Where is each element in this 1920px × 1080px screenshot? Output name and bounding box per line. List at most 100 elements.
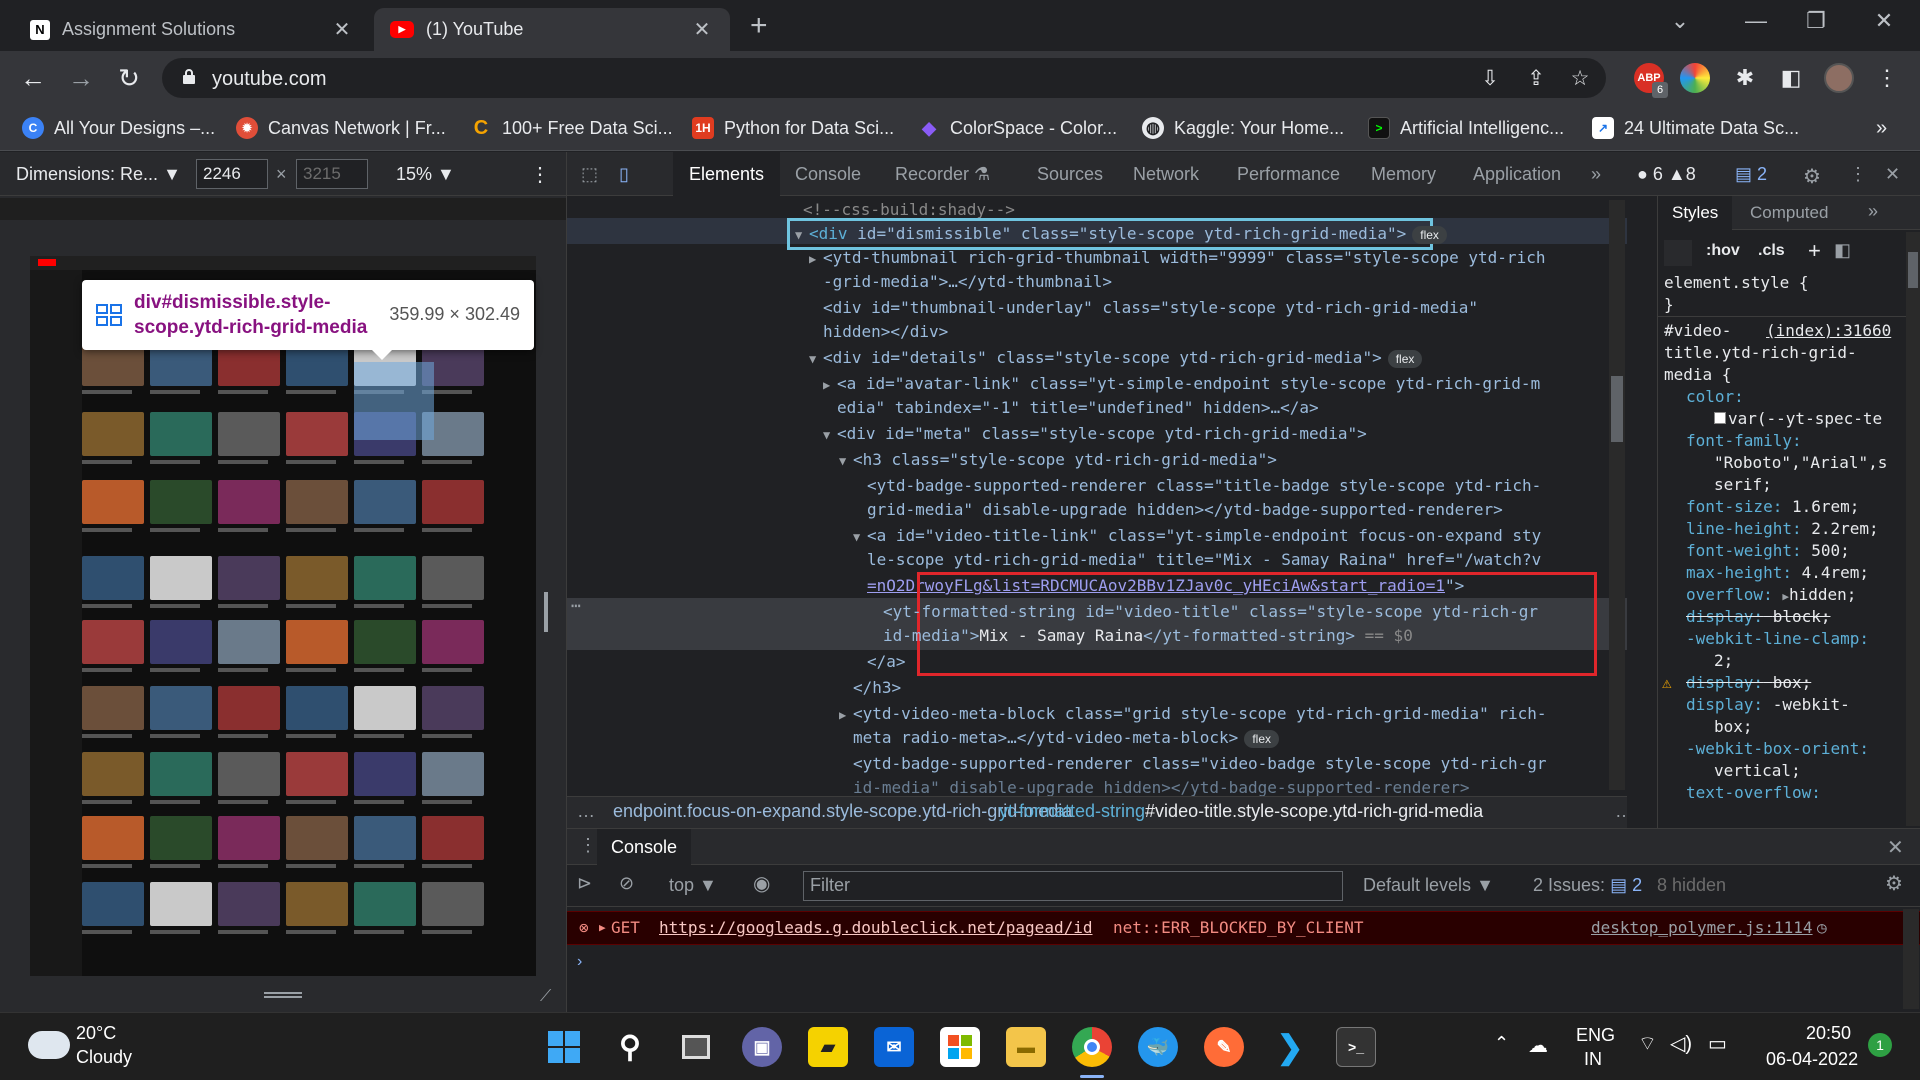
restore-button[interactable]: ❐ [1796, 8, 1836, 34]
tab-memory[interactable]: Memory [1371, 164, 1436, 185]
styles-scrollbar[interactable] [1906, 232, 1920, 826]
element-style-rule[interactable]: element.style { [1664, 272, 1809, 294]
close-icon[interactable]: ✕ [690, 17, 714, 42]
tray-chevron-icon[interactable]: ⌃ [1494, 1033, 1509, 1054]
docker-icon[interactable]: 🐳 [1138, 1027, 1178, 1067]
tab-assignment-solutions[interactable]: N Assignment Solutions ✕ [14, 8, 370, 51]
console-settings-gear-icon[interactable]: ⚙ [1885, 871, 1903, 896]
notification-badge[interactable]: 1 [1868, 1033, 1892, 1057]
postman-icon[interactable]: ✎ [1204, 1027, 1244, 1067]
expand-triangle-icon[interactable]: ▶ [1782, 590, 1789, 603]
bookmark-item[interactable]: ◆ ColorSpace - Color... [918, 115, 1117, 141]
dom-node-video-badge[interactable]: <ytd-badge-supported-renderer class="vid… [853, 752, 1547, 776]
tab-sources[interactable]: Sources [1037, 164, 1103, 185]
collapse-triangle-icon[interactable]: ▼ [853, 525, 867, 549]
menu-kebab-icon[interactable]: ⋮ [1870, 61, 1904, 95]
error-count[interactable]: ● 6 ▲8 [1637, 164, 1696, 185]
install-app-icon[interactable]: ⇩ [1476, 66, 1504, 91]
dom-node-video-title[interactable]: <yt-formatted-string id="video-title" cl… [883, 600, 1538, 624]
tab-elements[interactable]: Elements [673, 152, 781, 196]
rule-source-link[interactable]: (index):31660 [1766, 320, 1891, 342]
tab-console[interactable]: Console [795, 164, 861, 185]
expand-triangle-icon[interactable]: ▶ [599, 912, 606, 944]
search-icon[interactable]: ⚲ [610, 1027, 650, 1067]
chrome-icon[interactable] [1072, 1027, 1112, 1067]
breadcrumb-overflow-icon[interactable]: … [1615, 801, 1627, 822]
onedrive-icon[interactable]: ☁ [1528, 1033, 1548, 1058]
tab-youtube[interactable]: ▶ (1) YouTube ✕ [374, 8, 730, 51]
tab-recorder[interactable]: Recorder ⚗ [895, 164, 990, 185]
lang-code[interactable]: ENG [1576, 1025, 1615, 1046]
prop-color-value[interactable]: var(--yt-spec-te [1714, 408, 1882, 430]
dom-node-title-badge[interactable]: <ytd-badge-supported-renderer class="tit… [867, 474, 1541, 498]
dom-node-meta-block[interactable]: ▶ <ytd-video-meta-block class="grid style… [839, 702, 1547, 726]
new-rule-icon[interactable]: + [1808, 238, 1821, 264]
prop-line-clamp[interactable]: -webkit-line-clamp: [1686, 628, 1869, 650]
color-swatch[interactable] [1714, 412, 1726, 424]
elements-scroll-thumb[interactable] [1611, 376, 1623, 442]
more-bookmarks-icon[interactable]: » [1876, 115, 1887, 141]
prop-display-box[interactable]: display: box; [1686, 672, 1811, 694]
volume-icon[interactable]: ◁) [1670, 1031, 1692, 1056]
console-error-row[interactable]: ⊗ ▶ GET https://googleads.g.doubleclick.… [567, 911, 1920, 945]
weather-cloud-icon[interactable] [28, 1031, 70, 1059]
collapse-triangle-icon[interactable]: ▼ [809, 347, 823, 371]
prop-box-orient[interactable]: -webkit-box-orient: [1686, 738, 1869, 760]
side-panel-icon[interactable]: ◧ [1774, 61, 1808, 95]
elements-scrollbar[interactable] [1609, 200, 1625, 790]
share-icon[interactable]: ⇪ [1522, 66, 1550, 91]
prop-max-height[interactable]: max-height: 4.4rem; [1686, 562, 1869, 584]
dom-node-thumbnail[interactable]: ▶ <ytd-thumbnail rich-grid-thumbnail widt… [809, 246, 1545, 270]
clock-time[interactable]: 20:50 [1806, 1023, 1851, 1044]
sidebar-toggle-icon[interactable]: ⊳ [577, 873, 592, 894]
teams-chat-icon[interactable]: ▣ [742, 1027, 782, 1067]
device-toggle-icon[interactable]: ▯ [619, 164, 629, 185]
collapse-triangle-icon[interactable]: ▼ [839, 449, 853, 473]
reload-button[interactable]: ↻ [112, 61, 146, 95]
height-input[interactable]: 3215 [296, 159, 368, 189]
flex-badge[interactable]: flex [1412, 226, 1447, 244]
width-input[interactable]: 2246 [196, 159, 268, 189]
dom-node-meta[interactable]: ▼ <div id="meta" class="style-scope ytd-r… [823, 422, 1367, 446]
console-filter-input[interactable]: Filter [803, 871, 1343, 901]
prop-overflow[interactable]: overflow: ▶hidden; [1686, 584, 1856, 608]
devtools-menu-icon[interactable]: ⋮ [1849, 164, 1867, 185]
breadcrumb-more-icon[interactable]: … [577, 801, 595, 822]
tab-computed[interactable]: Computed [1750, 203, 1828, 223]
bookmark-star-icon[interactable]: ☆ [1566, 66, 1594, 91]
battery-icon[interactable]: ▭ [1708, 1031, 1727, 1056]
drawer-tab-console[interactable]: Console [597, 829, 692, 865]
new-tab-button[interactable]: + [750, 11, 768, 41]
bookmark-item[interactable]: C All Your Designs –... [22, 115, 215, 141]
prop-font-family-value[interactable]: "Roboto","Arial",s [1714, 452, 1887, 474]
expand-triangle-icon[interactable]: ▶ [823, 373, 837, 397]
corner-resize-icon[interactable]: ⟋ [540, 988, 551, 1006]
issues-button[interactable]: 2 Issues: ▤ 2 [1533, 875, 1642, 896]
more-dots-icon[interactable]: ⋯ [571, 596, 581, 615]
extensions-puzzle-icon[interactable]: ✱ [1728, 61, 1762, 95]
tab-application[interactable]: Application [1473, 164, 1561, 185]
cls-toggle[interactable]: .cls [1758, 242, 1785, 260]
dom-node-avatar-link[interactable]: ▶ <a id="avatar-link" class="yt-simple-en… [823, 372, 1540, 396]
style-filter-input[interactable] [1664, 240, 1692, 266]
mail-icon[interactable]: ✉ [874, 1027, 914, 1067]
weather-temp[interactable]: 20°C [76, 1023, 116, 1044]
drawer-close-icon[interactable]: ✕ [1887, 835, 1904, 860]
tab-performance[interactable]: Performance [1237, 164, 1340, 185]
dimensions-dropdown[interactable]: Dimensions: Re... ▼ [16, 164, 181, 185]
settings-gear-icon[interactable]: ⚙ [1803, 164, 1821, 189]
breadcrumb-item-active[interactable]: yt-formatted-string#video-title.style-sc… [999, 801, 1483, 822]
prop-text-overflow[interactable]: text-overflow: [1686, 782, 1821, 804]
dom-node-h3[interactable]: ▼ <h3 class="style-scope ytd-rich-grid-me… [839, 448, 1277, 472]
tab-styles[interactable]: Styles [1658, 196, 1733, 230]
terminal-app-icon[interactable]: >_ [1336, 1027, 1376, 1067]
console-scrollbar[interactable] [1903, 909, 1919, 1009]
avatar[interactable] [1824, 63, 1854, 93]
console-prompt-icon[interactable]: › [577, 953, 582, 971]
expand-triangle-icon[interactable]: ▶ [809, 247, 823, 271]
prop-font-size[interactable]: font-size: 1.6rem; [1686, 496, 1859, 518]
window-close-button[interactable]: ✕ [1864, 8, 1904, 34]
expand-triangle-icon[interactable]: ▶ [839, 703, 853, 727]
live-expression-eye-icon[interactable]: ◉ [753, 871, 770, 896]
bookmark-item[interactable]: ↗ 24 Ultimate Data Sc... [1592, 115, 1799, 141]
